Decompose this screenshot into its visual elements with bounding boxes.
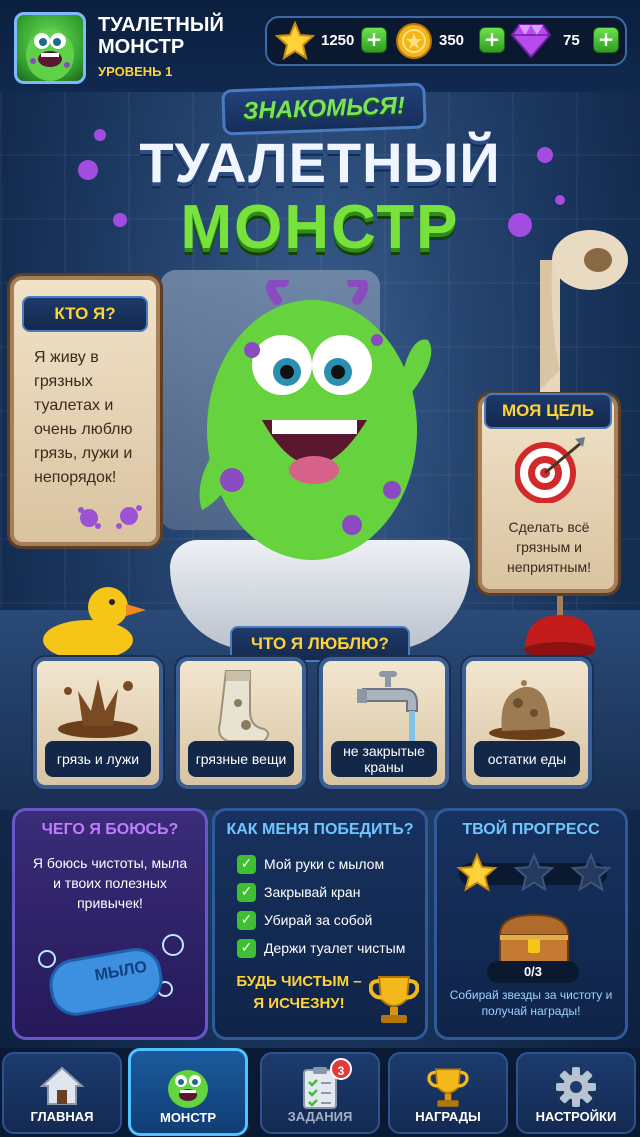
tasks-badge: 3 bbox=[330, 1058, 352, 1080]
add-stars-button[interactable]: + bbox=[361, 27, 387, 53]
nav-monster[interactable]: МОНСТР bbox=[128, 1048, 248, 1136]
defeat-title: КАК МЕНЯ ПОБЕДИТЬ? bbox=[226, 821, 414, 838]
nav-tasks[interactable]: 3 ЗАДАНИЯ bbox=[260, 1052, 380, 1134]
like-label-leftovers: остатки еды bbox=[474, 741, 580, 777]
defeat-item-label: Закрывай кран bbox=[264, 884, 361, 900]
dirty-sock-icon bbox=[218, 670, 269, 742]
fears-title: ЧЕГО Я БОЮСЬ? bbox=[41, 821, 179, 838]
target-icon bbox=[515, 437, 585, 503]
my-goal-title: МОЯ ЦЕЛЬ bbox=[484, 393, 612, 429]
fears-text: Я боюсь чистоты, мыла и твоих полезных п… bbox=[32, 855, 188, 911]
game-title: ТУАЛЕТНЫЙ МОНСТР bbox=[98, 14, 224, 58]
like-label-dirty-things: грязные вещи bbox=[188, 741, 294, 777]
coin-icon bbox=[396, 23, 432, 59]
who-am-i-text: Я живу в грязных туалетах и очень люблю … bbox=[34, 349, 133, 486]
star-currency: 1250 + bbox=[273, 18, 389, 64]
my-goal-text: Сделать всё грязным и неприятным! bbox=[506, 519, 591, 575]
star-amount: 1250 bbox=[321, 32, 355, 49]
monster-icon bbox=[168, 1070, 208, 1108]
checkmark-icon: ✓ bbox=[237, 938, 256, 958]
toilet-monster-character bbox=[199, 280, 432, 560]
bottom-nav: ГЛАВНАЯ МОНСТР 3 ЗАДАНИЯ НАГРАДЫ НАСТРОЙ… bbox=[0, 1048, 640, 1137]
progress-stars bbox=[456, 852, 612, 892]
nav-home[interactable]: ГЛАВНАЯ bbox=[2, 1052, 122, 1134]
defeat-item: ✓ Закрывай кран bbox=[237, 881, 360, 903]
nav-rewards[interactable]: НАГРАДЫ bbox=[388, 1052, 508, 1134]
top-bar: ТУАЛЕТНЫЙ МОНСТР УРОВЕНЬ 1 1250 + 350 + bbox=[0, 0, 640, 92]
nav-tasks-label: ЗАДАНИЯ bbox=[287, 1109, 353, 1124]
checkmark-icon: ✓ bbox=[237, 854, 256, 874]
gem-icon bbox=[511, 24, 551, 59]
trophy-icon bbox=[427, 1068, 469, 1107]
checkmark-icon: ✓ bbox=[237, 882, 256, 902]
purple-splat-icon bbox=[78, 505, 142, 529]
gem-amount: 75 bbox=[563, 32, 580, 49]
defeat-footer: БУДЬ ЧИСТЫМ – Я ИСЧЕЗНУ! bbox=[236, 973, 362, 1012]
coin-amount: 350 bbox=[439, 32, 465, 49]
defeat-item-label: Убирай за собой bbox=[264, 912, 373, 928]
gem-currency: 75 + bbox=[511, 18, 623, 64]
nav-home-label: ГЛАВНАЯ bbox=[30, 1109, 94, 1124]
my-goal-card: МОЯ ЦЕЛЬ Сделать всё грязным и неприятны… bbox=[478, 393, 618, 593]
coin-currency: 350 + bbox=[393, 18, 507, 64]
checkmark-icon: ✓ bbox=[237, 910, 256, 930]
progress-title: ТВОЙ ПРОГРЕСС bbox=[462, 821, 600, 838]
like-card-mud: грязь и лужи bbox=[33, 657, 163, 789]
progress-count: 0/3 bbox=[487, 961, 579, 983]
nav-settings[interactable]: НАСТРОЙКИ bbox=[516, 1052, 636, 1134]
nav-rewards-label: НАГРАДЫ bbox=[415, 1109, 481, 1124]
like-label-open-taps: не закрытые краны bbox=[331, 741, 437, 777]
star-empty-icon bbox=[570, 852, 612, 892]
fears-panel: ЧЕГО Я БОЮСЬ? Я боюсь чистоты, мыла и тв… bbox=[12, 808, 208, 1040]
who-am-i-card: КТО Я? Я живу в грязных туалетах и очень… bbox=[10, 276, 160, 546]
like-card-leftovers: остатки еды bbox=[462, 657, 592, 789]
currency-bar: 1250 + 350 + 75 + bbox=[265, 16, 627, 66]
gear-icon bbox=[556, 1067, 596, 1107]
add-gems-button[interactable]: + bbox=[593, 27, 619, 53]
trophy-icon bbox=[369, 976, 419, 1023]
nav-settings-label: НАСТРОЙКИ bbox=[535, 1109, 617, 1124]
faucet-icon bbox=[357, 671, 418, 745]
like-label-mud: грязь и лужи bbox=[45, 741, 151, 777]
level-label: УРОВЕНЬ 1 bbox=[98, 64, 173, 79]
mud-splash-icon bbox=[58, 679, 138, 738]
avatar[interactable] bbox=[14, 12, 86, 84]
progress-text: Собирай звезды за чистоту и получай нагр… bbox=[449, 988, 613, 1018]
star-icon bbox=[275, 21, 315, 61]
defeat-item: ✓ Убирай за собой bbox=[237, 909, 372, 931]
who-am-i-title: КТО Я? bbox=[22, 296, 148, 332]
rubber-duck-icon bbox=[43, 587, 146, 660]
monster-avatar-icon bbox=[26, 29, 74, 81]
like-card-dirty-things: грязные вещи bbox=[176, 657, 306, 789]
defeat-item: ✓ Мой руки с мылом bbox=[237, 853, 384, 875]
home-icon bbox=[40, 1066, 84, 1105]
defeat-item-label: Держи туалет чистым bbox=[264, 940, 406, 956]
defeat-item: ✓ Держи туалет чистым bbox=[237, 937, 405, 959]
toilet-paper-icon bbox=[540, 230, 628, 400]
like-card-open-taps: не закрытые краны bbox=[319, 657, 449, 789]
add-coins-button[interactable]: + bbox=[479, 27, 505, 53]
star-filled-icon bbox=[456, 852, 498, 892]
progress-panel: ТВОЙ ПРОГРЕСС 0/3 Собирай звезды за чист… bbox=[434, 808, 628, 1040]
nav-monster-label: МОНСТР bbox=[159, 1110, 216, 1125]
food-leftovers-icon bbox=[489, 680, 565, 740]
defeat-item-label: Мой руки с мылом bbox=[264, 856, 385, 872]
defeat-panel: КАК МЕНЯ ПОБЕДИТЬ? ✓ Мой руки с мылом ✓ … bbox=[212, 808, 428, 1040]
star-empty-icon bbox=[513, 852, 555, 892]
